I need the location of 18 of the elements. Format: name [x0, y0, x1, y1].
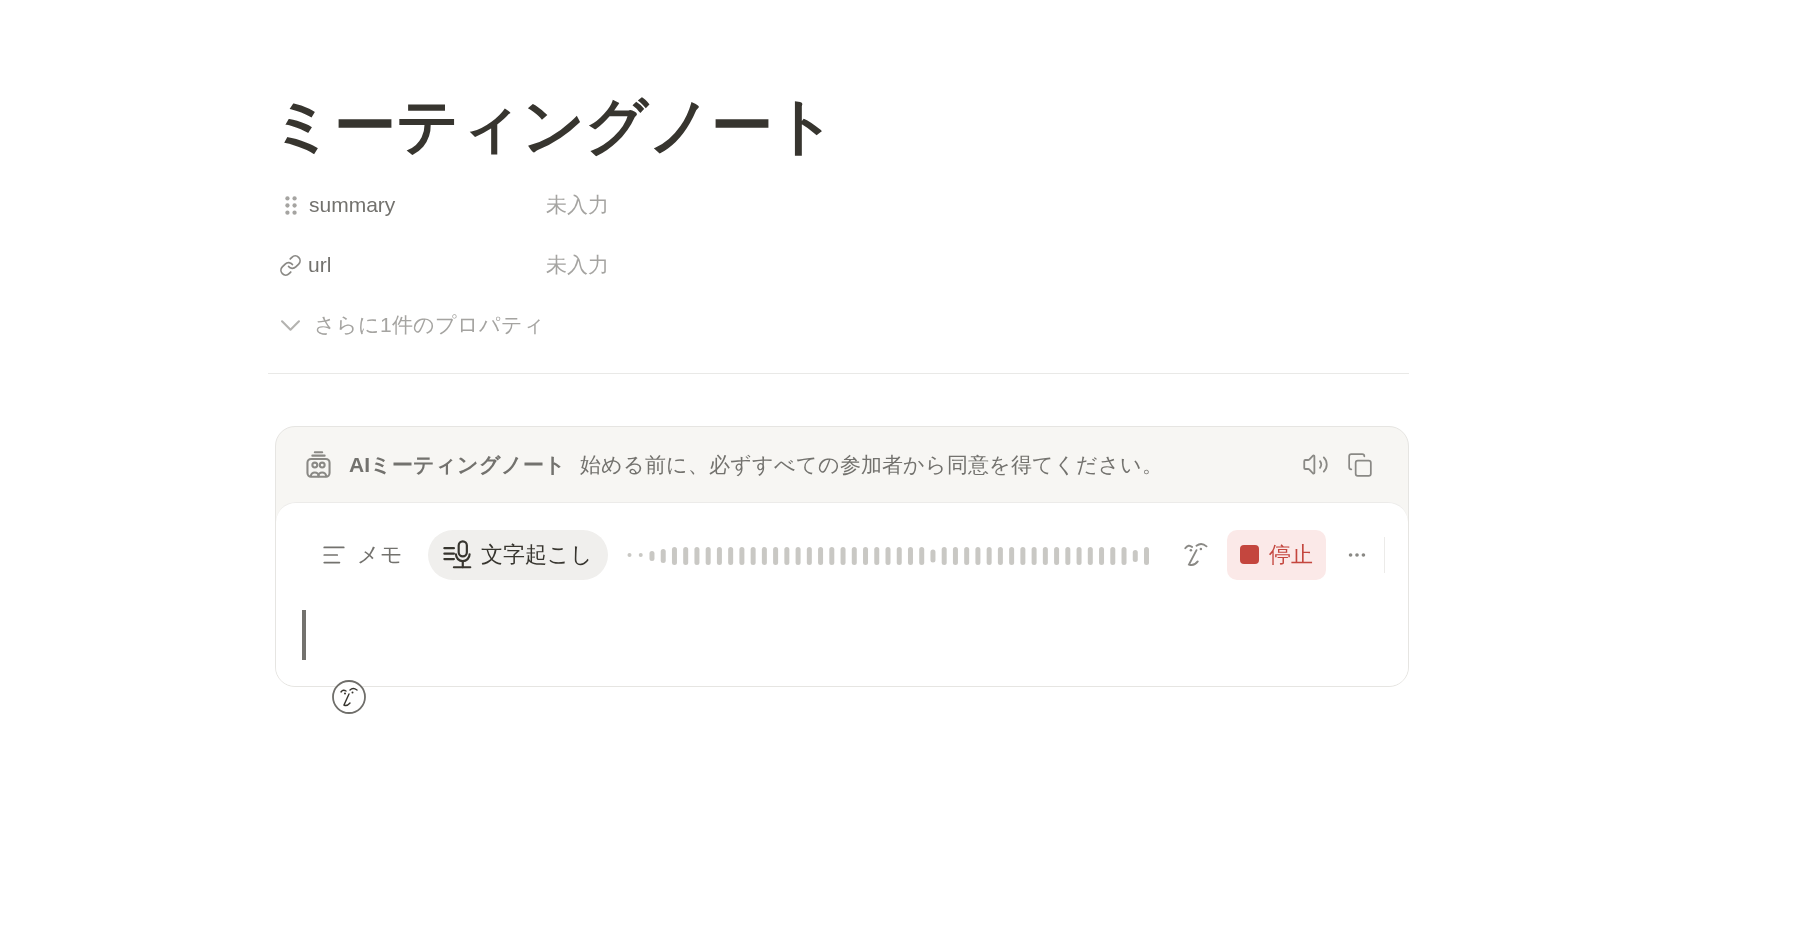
view-tab[interactable]: メモ	[306, 529, 418, 580]
meeting-people-icon	[306, 451, 331, 478]
transcript-mic-icon	[443, 539, 473, 570]
property-label[interactable]: summary	[309, 191, 396, 219]
view-tab[interactable]: 文字起こし	[428, 529, 608, 580]
copy-icon[interactable]	[1347, 451, 1373, 478]
property-value-field[interactable]: 未入力	[546, 191, 609, 219]
more-properties-toggle[interactable]: さらに1件のプロパティ	[281, 311, 545, 339]
stop-button[interactable]: 停止	[1227, 529, 1326, 580]
link-icon	[279, 253, 302, 277]
consent-notice: 始める前に、必ずすべての参加者から同意を得てください。	[580, 451, 1163, 478]
property-label[interactable]: url	[308, 251, 332, 279]
ai-notes-title: AIミーティングノート	[349, 451, 566, 478]
face-doodle-icon	[1184, 542, 1209, 567]
stop-square-icon	[1240, 545, 1259, 564]
grip-dots-icon	[285, 195, 297, 215]
page-title[interactable]: ミーティングノート	[271, 88, 836, 164]
property-value-field[interactable]: 未入力	[546, 251, 609, 279]
